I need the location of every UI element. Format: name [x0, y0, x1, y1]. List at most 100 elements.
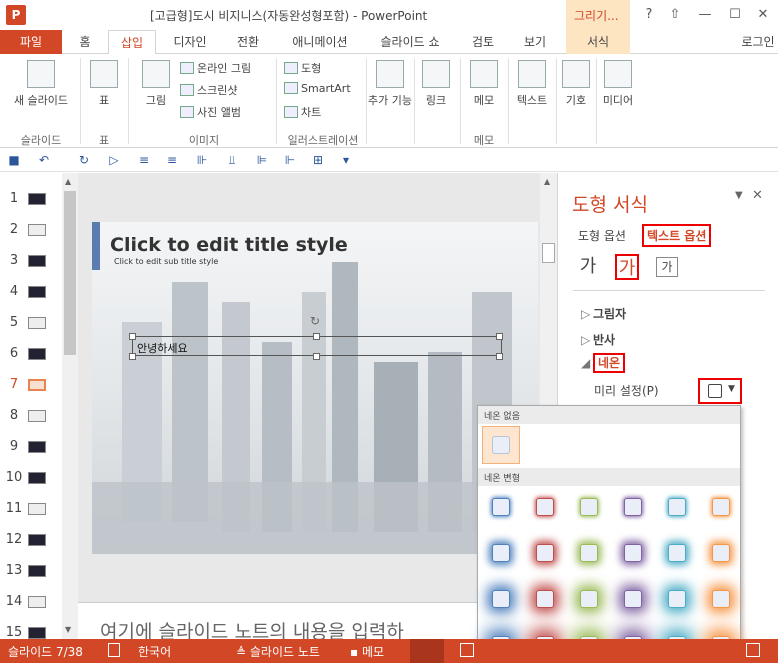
resize-handle[interactable]: [129, 333, 136, 340]
symbols-button[interactable]: 기호: [558, 60, 594, 108]
slide-thumbnail[interactable]: [28, 472, 46, 484]
language-indicator[interactable]: 한국어: [138, 643, 171, 660]
align-right-icon[interactable]: ⊩: [282, 152, 298, 168]
glow-none-option[interactable]: [482, 426, 520, 464]
slide-subtitle[interactable]: Click to edit sub title style: [114, 257, 218, 266]
redo-icon[interactable]: ↻: [76, 152, 92, 168]
sign-in-link[interactable]: 로그인: [738, 30, 778, 54]
text-button[interactable]: 텍스트: [510, 60, 554, 108]
tab-transitions[interactable]: 전환: [224, 30, 272, 54]
thumbnail-number[interactable]: 14: [4, 594, 24, 609]
thumbnail-scrollbar[interactable]: ▲ ▼: [62, 173, 78, 639]
resize-handle[interactable]: [129, 353, 136, 360]
slide-thumbnail[interactable]: [28, 379, 46, 391]
scroll-thumb[interactable]: [64, 191, 76, 355]
scroll-thumb[interactable]: [542, 243, 555, 263]
glow-variant-option[interactable]: [668, 544, 686, 562]
resize-handle[interactable]: [496, 333, 503, 340]
powerpoint-icon[interactable]: P: [6, 5, 26, 25]
online-picture-button[interactable]: 온라인 그림: [180, 60, 251, 76]
tab-home[interactable]: 홈: [66, 30, 104, 54]
close-icon[interactable]: ✕: [752, 6, 774, 24]
thumbnail-number[interactable]: 13: [4, 563, 24, 578]
text-box-content[interactable]: 안녕하세요: [137, 340, 188, 356]
slide-thumbnail[interactable]: [28, 503, 46, 515]
slide-thumbnail[interactable]: [28, 441, 46, 453]
screenshot-button[interactable]: 스크린샷: [180, 82, 237, 98]
new-slide-button[interactable]: 새 슬라이드: [6, 60, 76, 108]
comment-button[interactable]: 메모: [464, 60, 504, 108]
glow-variant-option[interactable]: [712, 590, 730, 608]
align-left-icon[interactable]: ⊪: [194, 152, 210, 168]
slide-thumbnail[interactable]: [28, 286, 46, 298]
glow-variant-option[interactable]: [536, 590, 554, 608]
thumbnail-number[interactable]: 7: [4, 377, 24, 392]
glow-variant-option[interactable]: [580, 590, 598, 608]
thumbnail-number[interactable]: 2: [4, 222, 24, 237]
tab-slideshow[interactable]: 슬라이드 쇼: [368, 30, 452, 54]
text-box-icon[interactable]: 가: [656, 257, 678, 277]
slide-thumbnail[interactable]: [28, 317, 46, 329]
glow-variant-option[interactable]: [536, 544, 554, 562]
slide-thumbnail[interactable]: [28, 596, 46, 608]
slide-counter[interactable]: 슬라이드 7/38: [8, 643, 83, 660]
tab-review[interactable]: 검토: [460, 30, 506, 54]
slide-title[interactable]: Click to edit title style: [110, 234, 348, 256]
tab-format[interactable]: 서식: [566, 30, 630, 54]
section-shadow[interactable]: ▷ 그림자: [581, 305, 626, 322]
notes-toggle-button[interactable]: ≜ 슬라이드 노트: [236, 643, 320, 660]
tab-insert[interactable]: 삽입: [108, 30, 156, 55]
save-icon[interactable]: ■: [6, 152, 22, 168]
thumbnail-number[interactable]: 1: [4, 191, 24, 206]
shapes-button[interactable]: 도형: [284, 60, 321, 76]
slide-thumbnail[interactable]: [28, 255, 46, 267]
scroll-up-icon[interactable]: ▲: [65, 177, 71, 186]
tab-file[interactable]: 파일: [0, 30, 62, 54]
thumbnail-number[interactable]: 3: [4, 253, 24, 268]
help-icon[interactable]: ?: [638, 6, 660, 24]
scroll-down-icon[interactable]: ▼: [65, 625, 71, 634]
thumbnail-number[interactable]: 6: [4, 346, 24, 361]
thumbnail-number[interactable]: 10: [4, 470, 24, 485]
align-bottom-icon[interactable]: ⫫: [224, 152, 240, 168]
pane-options-icon[interactable]: ▼: [735, 190, 743, 201]
thumbnail-number[interactable]: 15: [4, 625, 24, 640]
tab-view[interactable]: 보기: [512, 30, 558, 54]
comments-toggle-button[interactable]: ▪ 메모: [350, 643, 384, 660]
slide-canvas[interactable]: Click to edit title style Click to edit …: [92, 222, 538, 554]
glow-variant-option[interactable]: [624, 590, 642, 608]
text-effects-icon[interactable]: 가: [615, 254, 639, 280]
slide-thumbnail[interactable]: [28, 348, 46, 360]
normal-view-icon[interactable]: [410, 639, 444, 663]
glow-variant-option[interactable]: [536, 498, 554, 516]
slide-thumbnail[interactable]: [28, 627, 46, 639]
add-ins-button[interactable]: 추가 기능: [368, 60, 412, 108]
slide-thumbnail[interactable]: [28, 565, 46, 577]
glow-variant-option[interactable]: [624, 498, 642, 516]
align-top-icon[interactable]: ≡: [136, 152, 152, 168]
chart-button[interactable]: 차트: [284, 104, 321, 120]
text-fill-outline-icon[interactable]: 가: [576, 254, 600, 280]
fit-to-window-icon[interactable]: [746, 643, 760, 657]
glow-variant-option[interactable]: [580, 498, 598, 516]
spellcheck-icon[interactable]: [108, 643, 120, 657]
smartart-button[interactable]: SmartArt: [284, 82, 351, 95]
thumbnail-number[interactable]: 12: [4, 532, 24, 547]
section-glow[interactable]: ◢ 네온: [581, 353, 626, 373]
glow-variant-option[interactable]: [492, 590, 510, 608]
undo-icon[interactable]: ↶: [36, 152, 52, 168]
glow-variant-option[interactable]: [712, 544, 730, 562]
rotate-handle-icon[interactable]: ↻: [310, 314, 320, 328]
picture-button[interactable]: 그림: [136, 60, 176, 108]
glow-variant-option[interactable]: [492, 544, 510, 562]
slide-thumbnail[interactable]: [28, 224, 46, 236]
align-middle-icon[interactable]: ≡: [164, 152, 180, 168]
tab-design[interactable]: 디자인: [162, 30, 218, 54]
thumbnail-number[interactable]: 11: [4, 501, 24, 516]
glow-variant-option[interactable]: [712, 498, 730, 516]
slide-thumbnail[interactable]: [28, 193, 46, 205]
maximize-icon[interactable]: ☐: [724, 6, 746, 24]
distribute-icon[interactable]: ⊫: [254, 152, 270, 168]
tab-animations[interactable]: 애니메이션: [280, 30, 360, 54]
link-button[interactable]: 링크: [418, 60, 454, 108]
